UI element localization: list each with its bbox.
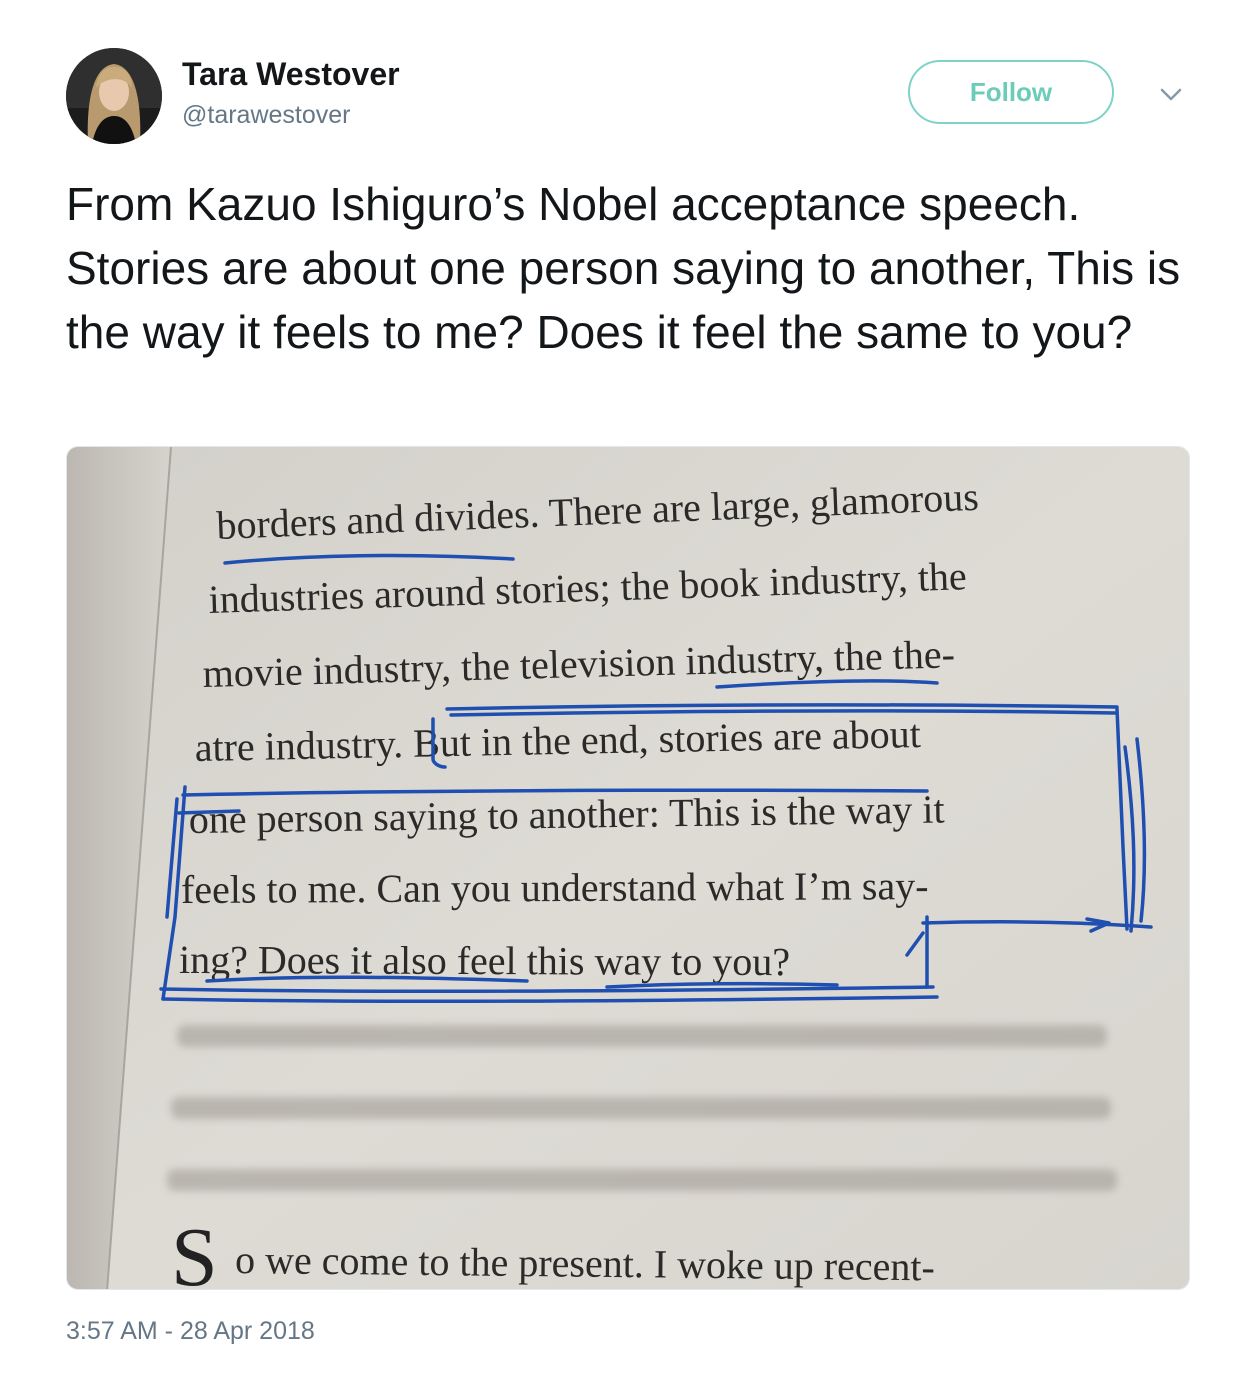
author-handle[interactable]: @tarawestover <box>182 100 351 130</box>
book-line-8: o we come to the present. I woke up rece… <box>235 1237 935 1289</box>
tweet-photo[interactable]: borders and divides. There are large, gl… <box>66 446 1190 1290</box>
avatar[interactable] <box>66 48 162 144</box>
drop-cap: S <box>171 1211 218 1290</box>
tweet-text: From Kazuo Ishiguro’s Nobel acceptance s… <box>66 178 1181 358</box>
avatar-photo <box>66 48 162 144</box>
tweet-timestamp[interactable]: 3:57 AM - 28 Apr 2018 <box>66 1316 315 1346</box>
chevron-down-icon[interactable] <box>1154 80 1188 108</box>
book-line-6: feels to me. Can you understand what I’m… <box>181 863 929 912</box>
author-name[interactable]: Tara Westover <box>182 56 400 92</box>
follow-button[interactable]: Follow <box>908 60 1114 124</box>
book-page-photo: borders and divides. There are large, gl… <box>67 447 1189 1290</box>
